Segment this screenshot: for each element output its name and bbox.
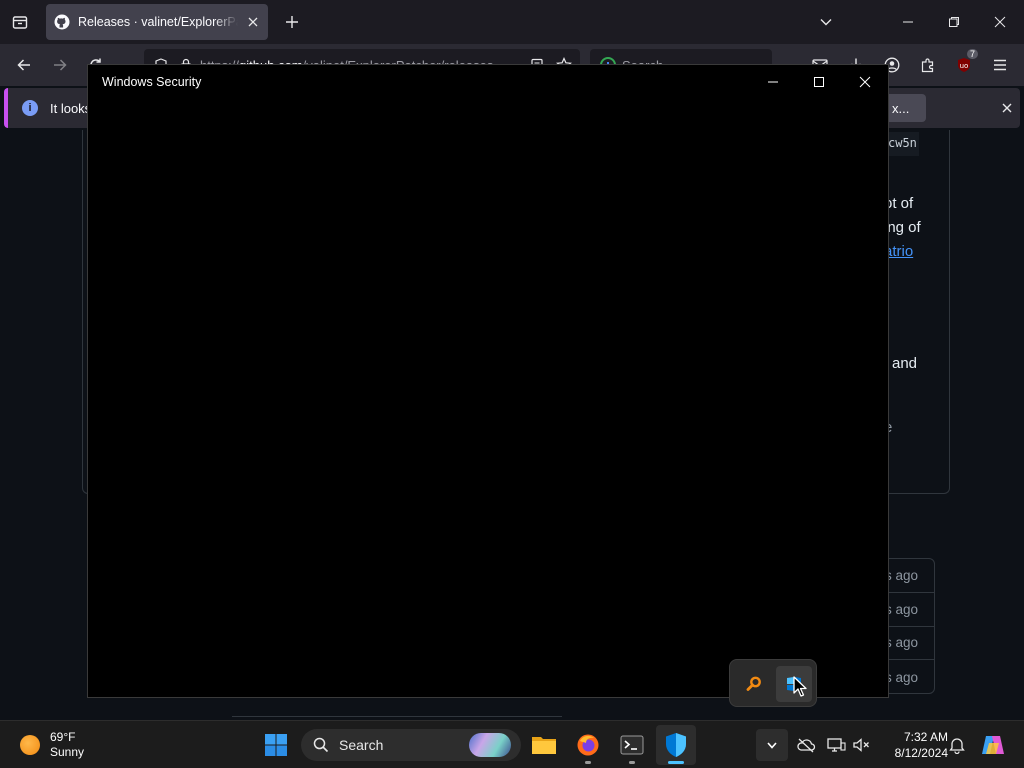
svg-text:uo: uo bbox=[960, 62, 969, 70]
info-icon: i bbox=[22, 100, 38, 116]
release-text-line: and bbox=[892, 355, 918, 372]
clock-date: 8/12/2024 bbox=[894, 746, 948, 760]
terminal-taskbar-button[interactable] bbox=[612, 725, 652, 765]
start-button[interactable] bbox=[256, 725, 296, 765]
running-indicator bbox=[629, 761, 635, 764]
browser-close-icon[interactable] bbox=[986, 8, 1014, 36]
notification-bell-icon[interactable] bbox=[946, 733, 968, 757]
windows-security-window[interactable]: Windows Security bbox=[87, 64, 889, 698]
asset-time: s ago bbox=[884, 602, 918, 617]
active-indicator bbox=[668, 761, 684, 764]
asset-time: s ago bbox=[884, 669, 918, 685]
onedrive-offline-icon[interactable] bbox=[794, 733, 818, 757]
copilot-icon[interactable] bbox=[978, 730, 1008, 760]
new-tab-icon[interactable] bbox=[278, 8, 306, 36]
tab-releases[interactable]: Releases · valinet/ExplorerPatcher bbox=[46, 4, 268, 40]
ublock-count-badge: 7 bbox=[966, 49, 978, 59]
desktop-screen: Releases · valinet/ExplorerPatcher bbox=[0, 0, 1024, 768]
tab-list-icon[interactable] bbox=[6, 8, 34, 36]
release-text-line: ing of bbox=[884, 219, 921, 236]
close-icon[interactable] bbox=[850, 69, 880, 95]
minimize-icon[interactable] bbox=[758, 69, 788, 95]
windows-security-taskbar-button[interactable] bbox=[656, 725, 696, 765]
terminal-icon bbox=[620, 735, 644, 755]
github-icon bbox=[54, 14, 70, 30]
mouse-cursor-icon bbox=[793, 676, 807, 697]
asset-time: s ago bbox=[884, 635, 918, 650]
search-tool-tray-icon[interactable] bbox=[738, 668, 770, 700]
maximize-icon[interactable] bbox=[804, 69, 834, 95]
search-icon bbox=[313, 737, 329, 753]
running-indicator bbox=[585, 761, 591, 764]
browser-tab-bar: Releases · valinet/ExplorerPatcher bbox=[0, 0, 1024, 44]
search-highlight-image bbox=[469, 733, 511, 757]
windows-security-shield-icon bbox=[666, 733, 686, 757]
windows-logo-icon bbox=[265, 734, 287, 756]
folder-icon bbox=[532, 737, 556, 754]
network-icon[interactable] bbox=[824, 733, 848, 757]
tab-title: Releases · valinet/ExplorerPatcher bbox=[78, 15, 238, 29]
window-title: Windows Security bbox=[102, 75, 202, 89]
menu-icon[interactable] bbox=[986, 51, 1014, 79]
notification-close-icon[interactable] bbox=[994, 94, 1020, 122]
sunny-weather-icon bbox=[20, 735, 40, 755]
taskbar-search-box[interactable]: Search bbox=[301, 729, 521, 761]
firefox-taskbar-button[interactable] bbox=[568, 725, 608, 765]
taskbar-search-label: Search bbox=[339, 737, 384, 753]
system-clock[interactable]: 7:32 AM 8/12/2024 bbox=[878, 729, 948, 761]
back-icon[interactable] bbox=[10, 51, 38, 79]
weather-condition: Sunny bbox=[50, 745, 85, 759]
windows-taskbar: 69°F Sunny Search 7:32 AM 8/12/2024 bbox=[0, 720, 1024, 768]
browser-restore-icon[interactable] bbox=[940, 8, 968, 36]
ublock-origin-icon[interactable]: uo 7 bbox=[950, 49, 978, 79]
clock-time: 7:32 AM bbox=[903, 730, 948, 744]
firefox-icon bbox=[577, 734, 599, 756]
notification-action-button[interactable]: x... bbox=[884, 94, 926, 122]
weather-text: 69°F Sunny bbox=[50, 730, 84, 760]
list-all-tabs-icon[interactable] bbox=[812, 8, 840, 36]
asset-time: s ago bbox=[884, 568, 918, 583]
close-tab-icon[interactable] bbox=[244, 13, 262, 31]
extensions-icon[interactable] bbox=[914, 51, 942, 79]
weather-widget[interactable]: 69°F Sunny bbox=[12, 728, 132, 762]
volume-muted-icon[interactable] bbox=[850, 733, 874, 757]
weather-temperature: 69°F bbox=[50, 730, 76, 744]
forward-icon[interactable] bbox=[46, 51, 74, 79]
file-explorer-taskbar-button[interactable] bbox=[524, 725, 564, 765]
browser-minimize-icon[interactable] bbox=[894, 8, 922, 36]
show-hidden-icons-chevron-icon[interactable] bbox=[756, 729, 788, 761]
